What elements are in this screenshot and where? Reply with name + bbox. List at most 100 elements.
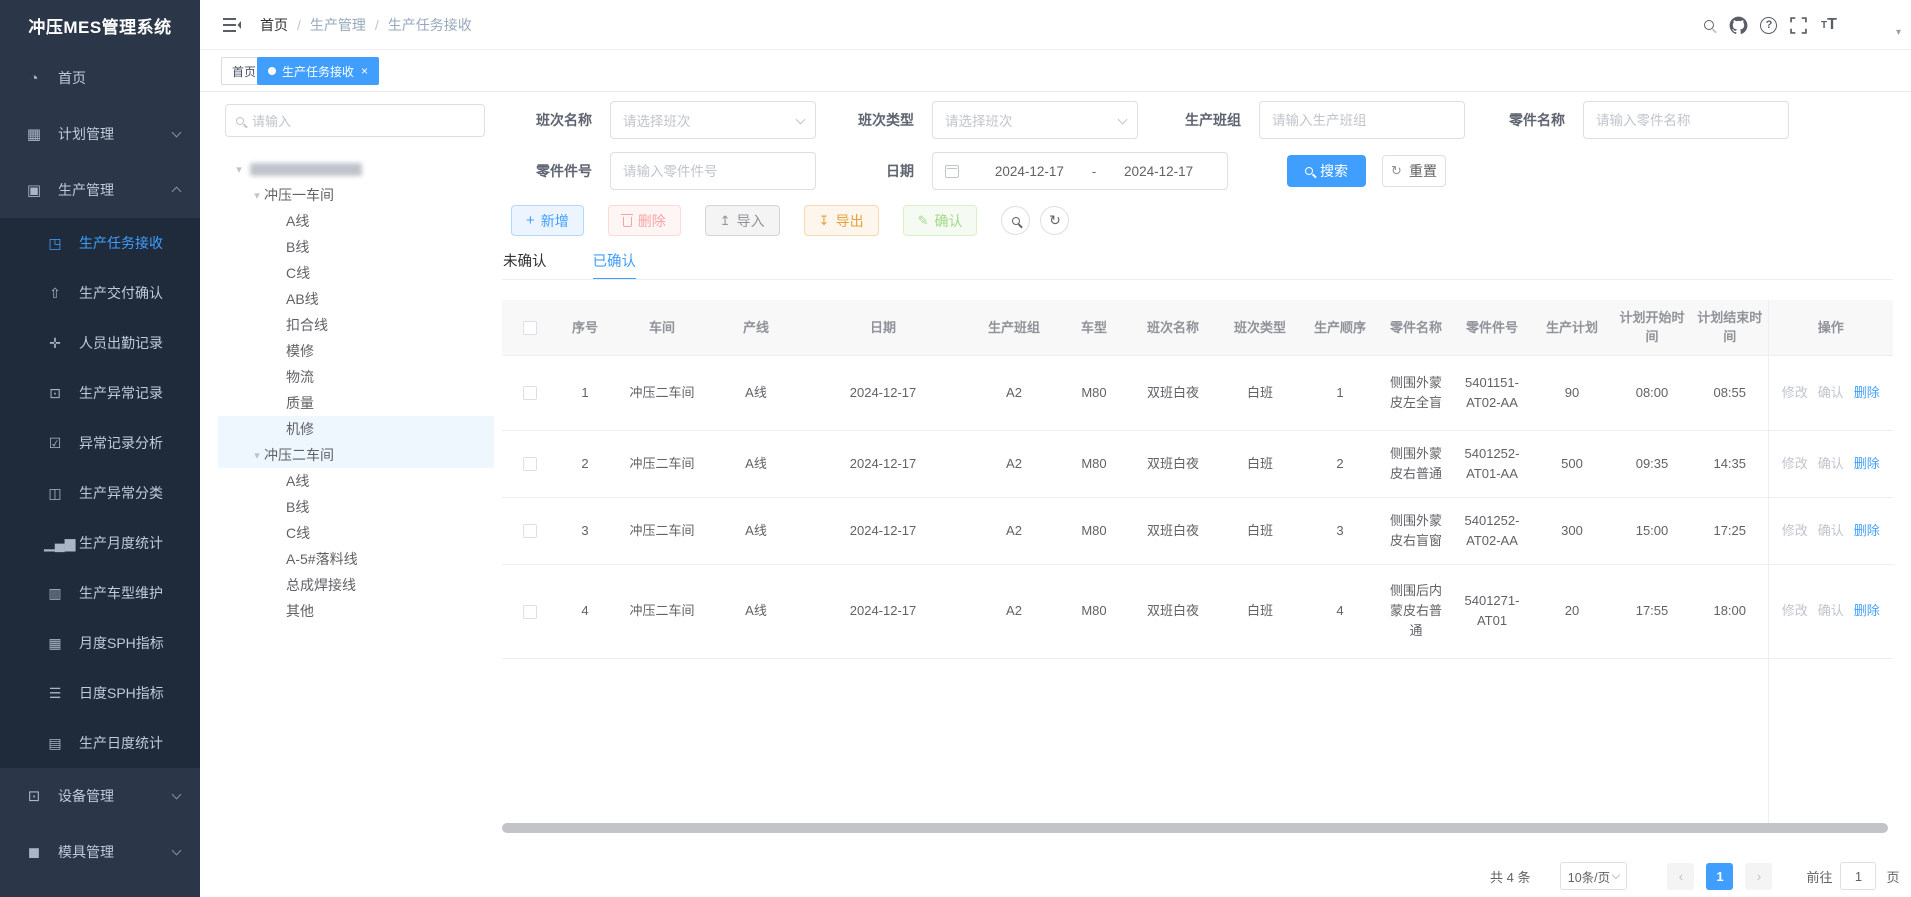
- tree-node-workshop2[interactable]: ▾ 冲压二车间: [218, 442, 494, 468]
- confirm-link[interactable]: 确认: [1818, 603, 1844, 618]
- sidebar-item-home[interactable]: ◔ 首页: [0, 50, 200, 106]
- tree-node-line-b[interactable]: B线: [218, 234, 494, 260]
- delete-link[interactable]: 删除: [1854, 456, 1880, 471]
- search-button[interactable]: 搜索: [1287, 155, 1366, 187]
- row-checkbox[interactable]: [523, 524, 537, 538]
- row-checkbox[interactable]: [523, 605, 537, 619]
- tree-node-blanking-line[interactable]: A-5#落料线: [218, 546, 494, 572]
- sidebar-item-production-management[interactable]: ▣ 生产管理: [0, 162, 200, 218]
- sidebar-item-delivery-confirm[interactable]: ⇧ 生产交付确认: [0, 268, 200, 318]
- page-size-select[interactable]: 10条/页: [1560, 862, 1627, 890]
- tree-node-line-ab[interactable]: AB线: [218, 286, 494, 312]
- sidebar-item-model-maintenance[interactable]: ▥ 生产车型维护: [0, 568, 200, 618]
- date-range-picker[interactable]: 2024-12-17 - 2024-12-17: [932, 152, 1228, 190]
- table-row[interactable]: 3 冲压二车间 A线 2024-12-17 A2 M80 双班白夜 白班 3 侧…: [502, 497, 1893, 564]
- font-size-icon[interactable]: TT: [1814, 0, 1844, 50]
- sidebar-item-label: 生产交付确认: [79, 283, 163, 303]
- sidebar-item-plan-management[interactable]: ▦ 计划管理: [0, 106, 200, 162]
- tree-node-line-a[interactable]: A线: [218, 208, 494, 234]
- close-icon[interactable]: ×: [361, 64, 368, 78]
- date-end-value[interactable]: 2024-12-17: [1102, 164, 1215, 179]
- tab-confirmed[interactable]: 已确认: [593, 250, 637, 280]
- tree-node-jixiu[interactable]: 机修: [218, 416, 494, 442]
- row-checkbox[interactable]: [523, 386, 537, 400]
- confirm-link[interactable]: 确认: [1818, 385, 1844, 400]
- table-row[interactable]: 1 冲压二车间 A线 2024-12-17 A2 M80 双班白夜 白班 1 侧…: [502, 355, 1893, 430]
- tree-node-wuliu[interactable]: 物流: [218, 364, 494, 390]
- tree-node-line-c2[interactable]: C线: [218, 520, 494, 546]
- breadcrumb: 首页 / 生产管理 / 生产任务接收: [260, 0, 472, 50]
- tree-node-line-c[interactable]: C线: [218, 260, 494, 286]
- sidebar-item-monthly-sph[interactable]: ▦ 月度SPH指标: [0, 618, 200, 668]
- avatar-caret-down-icon[interactable]: ▾: [1896, 27, 1901, 38]
- col-date: 日期: [800, 300, 966, 355]
- github-icon[interactable]: [1724, 0, 1754, 50]
- select-all-checkbox[interactable]: [523, 321, 537, 335]
- edit-link[interactable]: 修改: [1782, 456, 1808, 471]
- horizontal-scrollbar[interactable]: [502, 823, 1888, 833]
- breadcrumb-separator: /: [297, 17, 301, 33]
- row-checkbox[interactable]: [523, 457, 537, 471]
- caret-down-icon[interactable]: ▾: [232, 163, 246, 176]
- tree-node-moxiu[interactable]: 模修: [218, 338, 494, 364]
- tree-node-kouhe-line[interactable]: 扣合线: [218, 312, 494, 338]
- delete-link[interactable]: 删除: [1854, 523, 1880, 538]
- team-input[interactable]: [1272, 113, 1452, 128]
- sidebar-item-monthly-stats[interactable]: ▁▄▆ 生产月度统计: [0, 518, 200, 568]
- tree-node-workshop1[interactable]: ▾ 冲压一车间: [218, 182, 494, 208]
- sidebar-item-abnormal-record[interactable]: ⊡ 生产异常记录: [0, 368, 200, 418]
- sidebar-item-abnormal-category[interactable]: ◫ 生产异常分类: [0, 468, 200, 518]
- edit-link[interactable]: 修改: [1782, 603, 1808, 618]
- page-number-1[interactable]: 1: [1706, 863, 1733, 890]
- edit-link[interactable]: 修改: [1782, 385, 1808, 400]
- tree-node-line-a2[interactable]: A线: [218, 468, 494, 494]
- sidebar-fold-icon[interactable]: [222, 15, 242, 35]
- avatar[interactable]: [1852, 7, 1889, 44]
- tab-unconfirmed[interactable]: 未确认: [503, 250, 547, 280]
- sidebar-item-equipment-management[interactable]: ⊡ 设备管理: [0, 768, 200, 824]
- shift-name-select[interactable]: 请选择班次: [610, 101, 816, 139]
- tree-node-welding-line[interactable]: 总成焊接线: [218, 572, 494, 598]
- breadcrumb-section[interactable]: 生产管理: [310, 15, 366, 35]
- sidebar-item-daily-sph[interactable]: ☰ 日度SPH指标: [0, 668, 200, 718]
- add-button[interactable]: + 新增: [511, 205, 584, 236]
- search-icon[interactable]: [1694, 0, 1724, 50]
- tree-node-zhiliang[interactable]: 质量: [218, 390, 494, 416]
- part-name-input[interactable]: [1596, 113, 1776, 128]
- delete-link[interactable]: 删除: [1854, 603, 1880, 618]
- shift-type-select[interactable]: 请选择班次: [932, 101, 1138, 139]
- caret-down-icon[interactable]: ▾: [250, 449, 264, 462]
- sidebar-item-daily-stats[interactable]: ▤ 生产日度统计: [0, 718, 200, 768]
- export-button[interactable]: ↧ 导出: [804, 205, 879, 236]
- tag-task-receive[interactable]: 生产任务接收 ×: [257, 57, 379, 85]
- next-page-button[interactable]: ›: [1745, 863, 1772, 890]
- confirm-button[interactable]: ✎ 确认: [903, 205, 978, 236]
- sidebar-item-mold-management[interactable]: ◼ 模具管理: [0, 824, 200, 880]
- sidebar-item-task-receive[interactable]: ◳ 生产任务接收: [0, 218, 200, 268]
- delete-link[interactable]: 删除: [1854, 385, 1880, 400]
- part-no-input[interactable]: [623, 164, 803, 179]
- tree-node-root-redacted[interactable]: ▾: [218, 156, 494, 182]
- date-start-value[interactable]: 2024-12-17: [973, 164, 1086, 179]
- caret-down-icon[interactable]: ▾: [250, 189, 264, 202]
- tree-search-input[interactable]: 请输入: [225, 104, 485, 137]
- tree-node-line-b2[interactable]: B线: [218, 494, 494, 520]
- sidebar-item-abnormal-analysis[interactable]: ☑ 异常记录分析: [0, 418, 200, 468]
- confirm-link[interactable]: 确认: [1818, 523, 1844, 538]
- table-row[interactable]: 4 冲压二车间 A线 2024-12-17 A2 M80 双班白夜 白班 4 侧…: [502, 564, 1893, 658]
- tree-node-other[interactable]: 其他: [218, 598, 494, 624]
- import-button[interactable]: ↥ 导入: [705, 205, 780, 236]
- table-row[interactable]: 2 冲压二车间 A线 2024-12-17 A2 M80 双班白夜 白班 2 侧…: [502, 430, 1893, 497]
- table-refresh-button[interactable]: ↻: [1040, 206, 1069, 235]
- prev-page-button[interactable]: ‹: [1667, 863, 1694, 890]
- edit-link[interactable]: 修改: [1782, 523, 1808, 538]
- confirm-link[interactable]: 确认: [1818, 456, 1844, 471]
- sidebar-item-attendance-record[interactable]: ✛ 人员出勤记录: [0, 318, 200, 368]
- breadcrumb-home[interactable]: 首页: [260, 15, 288, 35]
- goto-page-input[interactable]: [1840, 862, 1876, 890]
- table-search-button[interactable]: [1001, 206, 1030, 235]
- fullscreen-icon[interactable]: [1784, 0, 1814, 50]
- help-icon[interactable]: ?: [1754, 0, 1784, 50]
- delete-button[interactable]: 删除: [608, 205, 681, 236]
- reset-button[interactable]: ↻ 重置: [1382, 155, 1446, 187]
